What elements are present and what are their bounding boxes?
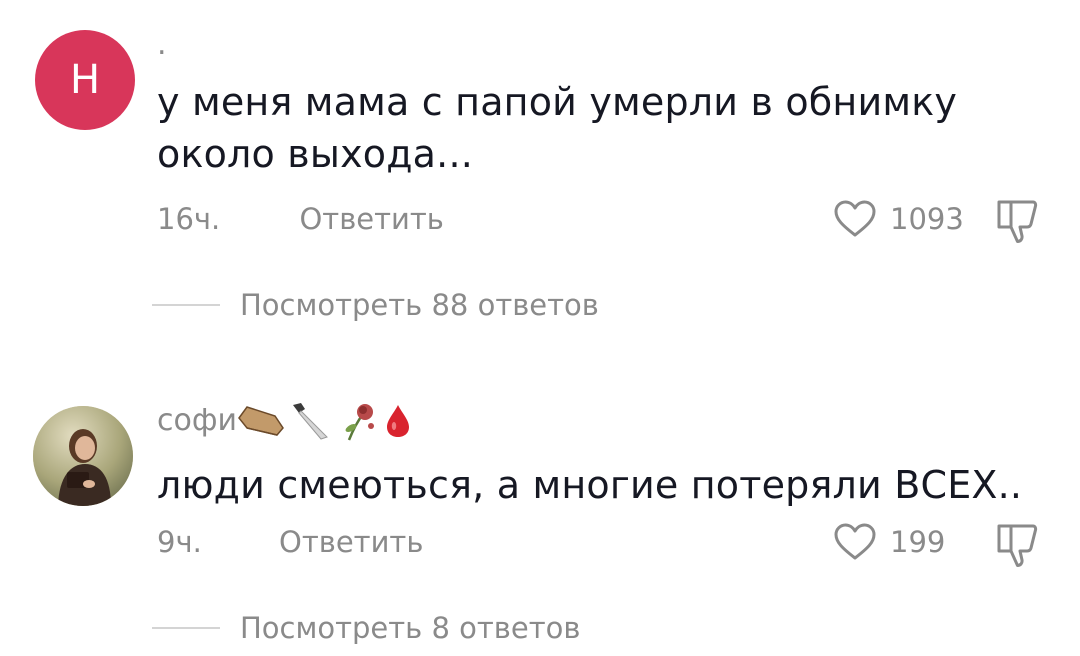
like-count: 1093 <box>890 202 964 236</box>
replies-divider <box>152 627 220 629</box>
avatar[interactable] <box>33 406 133 506</box>
replies-divider <box>152 304 220 306</box>
view-replies-button[interactable]: Посмотреть 8 ответов <box>152 611 580 645</box>
like-button[interactable]: 199 <box>834 523 945 561</box>
reply-button[interactable]: Ответить <box>279 525 423 559</box>
coffin-emoji <box>238 406 284 436</box>
comment-time: 16ч. <box>157 202 221 236</box>
username-text: софи <box>157 403 237 438</box>
thumbs-down-outline-icon <box>997 200 1038 243</box>
view-replies-label: Посмотреть 88 ответов <box>240 288 599 322</box>
avatar-letter: H <box>69 57 101 103</box>
heart-outline-icon <box>834 200 876 237</box>
like-button[interactable]: 1093 <box>834 200 964 238</box>
wilted-rose-emoji <box>345 404 374 441</box>
reply-button[interactable]: Ответить <box>299 202 443 236</box>
avatar[interactable]: H <box>35 30 135 130</box>
dislike-button[interactable] <box>995 522 1039 573</box>
comments-list: H . у меня мама с папой умерли в обнимку… <box>0 0 1080 656</box>
comment-text: у меня мама с папой умерли в обнимку око… <box>157 80 958 176</box>
comment-text: люди смеються, а многие потеряли ВСЕХ.. <box>157 463 1023 507</box>
drop-of-blood-emoji <box>387 405 409 437</box>
view-replies-label: Посмотреть 8 ответов <box>240 611 581 645</box>
like-count: 199 <box>890 525 946 559</box>
woman-reading-book-photo <box>33 406 133 506</box>
comment-time: 9ч. <box>157 525 202 559</box>
view-replies-button[interactable]: Посмотреть 88 ответов <box>152 288 599 322</box>
knife-emoji <box>293 403 328 440</box>
comment-meta: 9ч. Ответить <box>157 525 423 559</box>
comment-username[interactable]: софи <box>157 400 411 442</box>
comment-meta: 16ч. Ответить <box>157 202 444 236</box>
dislike-button[interactable] <box>995 198 1039 249</box>
heart-outline-icon <box>834 523 876 560</box>
username-emojis <box>237 400 411 442</box>
thumbs-down-outline-icon <box>997 524 1038 567</box>
comment-username[interactable]: . <box>157 27 167 63</box>
